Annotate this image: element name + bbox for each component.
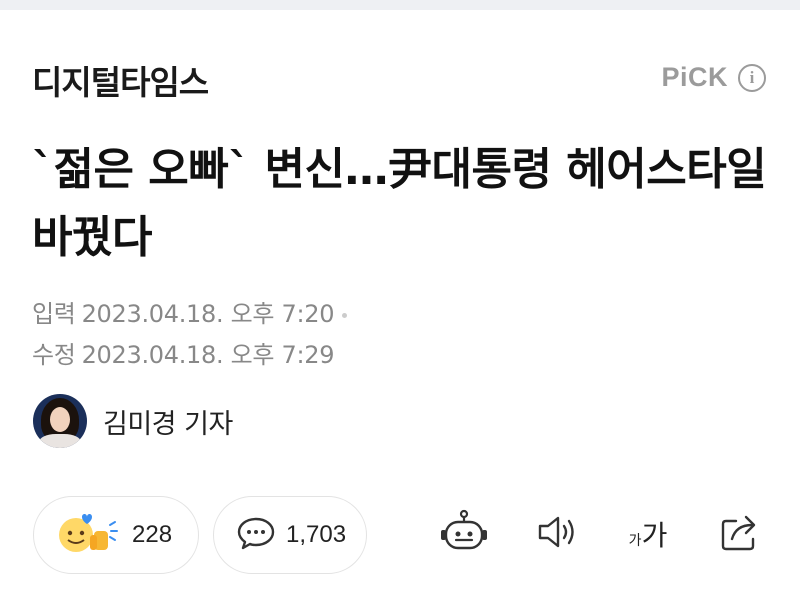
font-size-large: 가 — [641, 519, 668, 552]
reporter[interactable]: 김미경 기자 — [33, 394, 233, 448]
speaker-icon — [534, 512, 578, 556]
reaction-emoji-icon — [56, 511, 118, 559]
modified-label: 수정 — [32, 341, 76, 369]
modified-value: 2023.04.18. 오후 7:29 — [81, 341, 335, 369]
separator-dot — [342, 312, 348, 318]
font-size-icon: 가가 — [629, 514, 668, 554]
share-button[interactable] — [716, 510, 764, 558]
comment-icon — [236, 515, 276, 555]
share-icon — [718, 511, 762, 557]
pick-label: PiCK — [661, 62, 728, 92]
article-title: `젊은 오빠` 변신…尹대통령 헤어스타일 바꿨다 — [32, 144, 767, 263]
top-status-strip — [0, 0, 800, 10]
avatar[interactable] — [33, 394, 87, 448]
info-icon[interactable]: i — [738, 63, 766, 92]
reaction-button[interactable]: 228 — [33, 496, 199, 574]
published-value: 2023.04.18. 오후 7:20 — [81, 300, 335, 328]
reaction-count: 228 — [132, 521, 173, 548]
summary-bot-button[interactable] — [440, 509, 488, 559]
reporter-name[interactable]: 김미경 기자 — [103, 402, 233, 441]
comment-count: 1,703 — [286, 521, 347, 548]
robot-summary-icon — [440, 509, 488, 559]
listen-button[interactable] — [532, 510, 580, 558]
comment-button[interactable]: 1,703 — [213, 496, 367, 574]
published-date: 입력 2023.04.18. 오후 7:20 — [32, 294, 348, 329]
font-size-button[interactable]: 가가 — [622, 510, 674, 558]
modified-date: 수정 2023.04.18. 오후 7:29 — [32, 335, 335, 370]
action-bar: 228 1,703 가가 — [0, 496, 800, 576]
header: 디지털타임스 PiCK i — [0, 48, 800, 108]
published-label: 입력 — [32, 300, 76, 328]
press-logo[interactable]: 디지털타임스 — [32, 56, 209, 104]
font-size-small: 가 — [628, 533, 642, 549]
pick-badge[interactable]: PiCK i — [661, 62, 766, 93]
